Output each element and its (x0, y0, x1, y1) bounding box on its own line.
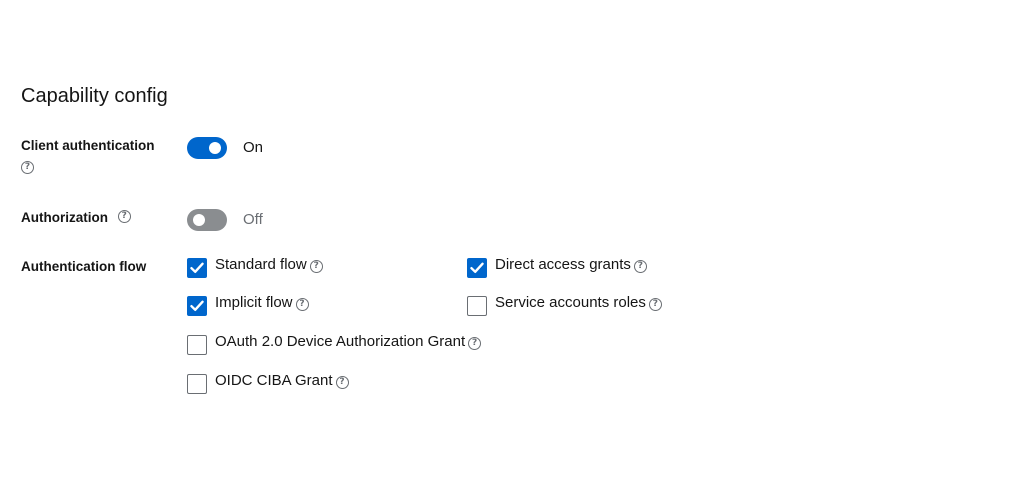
direct-access-grants-checkbox[interactable] (467, 258, 487, 278)
oidc-ciba-grant-option[interactable]: OIDC CIBA Grant ? (187, 372, 349, 394)
service-accounts-roles-label[interactable]: Service accounts roles (495, 294, 646, 312)
standard-flow-label[interactable]: Standard flow (215, 256, 307, 274)
authentication-flow-label: Authentication flow (21, 259, 147, 274)
client-authentication-toggle[interactable] (187, 137, 227, 159)
standard-flow-option[interactable]: Standard flow ? (187, 256, 323, 278)
checkmark-icon (190, 262, 204, 273)
checkmark-icon (470, 262, 484, 273)
service-accounts-roles-checkbox[interactable] (467, 296, 487, 316)
capability-config-panel: Capability config Client authentication … (0, 0, 1017, 480)
oidc-ciba-grant-label[interactable]: OIDC CIBA Grant (215, 372, 333, 390)
section-title: Capability config (21, 85, 168, 107)
question-circle-icon[interactable]: ? (117, 210, 131, 224)
question-circle-icon[interactable]: ? (21, 161, 34, 174)
implicit-flow-label[interactable]: Implicit flow (215, 294, 293, 312)
oauth-device-authorization-grant-label[interactable]: OAuth 2.0 Device Authorization Grant (215, 333, 465, 351)
checkmark-icon (190, 300, 204, 311)
authorization-label-text: Authorization (21, 210, 108, 225)
question-circle-icon[interactable]: ? (633, 260, 647, 273)
oauth-device-authorization-grant-option[interactable]: OAuth 2.0 Device Authorization Grant ? (187, 333, 482, 355)
service-accounts-roles-option[interactable]: Service accounts roles ? (467, 294, 662, 316)
question-circle-icon[interactable]: ? (335, 376, 349, 389)
direct-access-grants-label[interactable]: Direct access grants (495, 256, 631, 274)
implicit-flow-checkbox[interactable] (187, 296, 207, 316)
client-authentication-state: On (243, 139, 264, 156)
oauth-device-authorization-grant-checkbox[interactable] (187, 335, 207, 355)
question-circle-icon[interactable]: ? (295, 298, 309, 311)
authorization-state: Off (243, 211, 263, 228)
toggle-knob (193, 214, 205, 226)
question-circle-icon[interactable]: ? (468, 337, 482, 350)
question-circle-icon[interactable]: ? (648, 298, 662, 311)
client-authentication-label: Client authentication ? (21, 137, 155, 174)
toggle-knob (209, 142, 221, 154)
standard-flow-checkbox[interactable] (187, 258, 207, 278)
implicit-flow-option[interactable]: Implicit flow ? (187, 294, 309, 316)
authorization-label: Authorization ? (21, 209, 131, 227)
oidc-ciba-grant-checkbox[interactable] (187, 374, 207, 394)
client-authentication-label-text: Client authentication (21, 138, 155, 153)
authorization-toggle[interactable] (187, 209, 227, 231)
question-circle-icon[interactable]: ? (309, 260, 323, 273)
direct-access-grants-option[interactable]: Direct access grants ? (467, 256, 647, 278)
